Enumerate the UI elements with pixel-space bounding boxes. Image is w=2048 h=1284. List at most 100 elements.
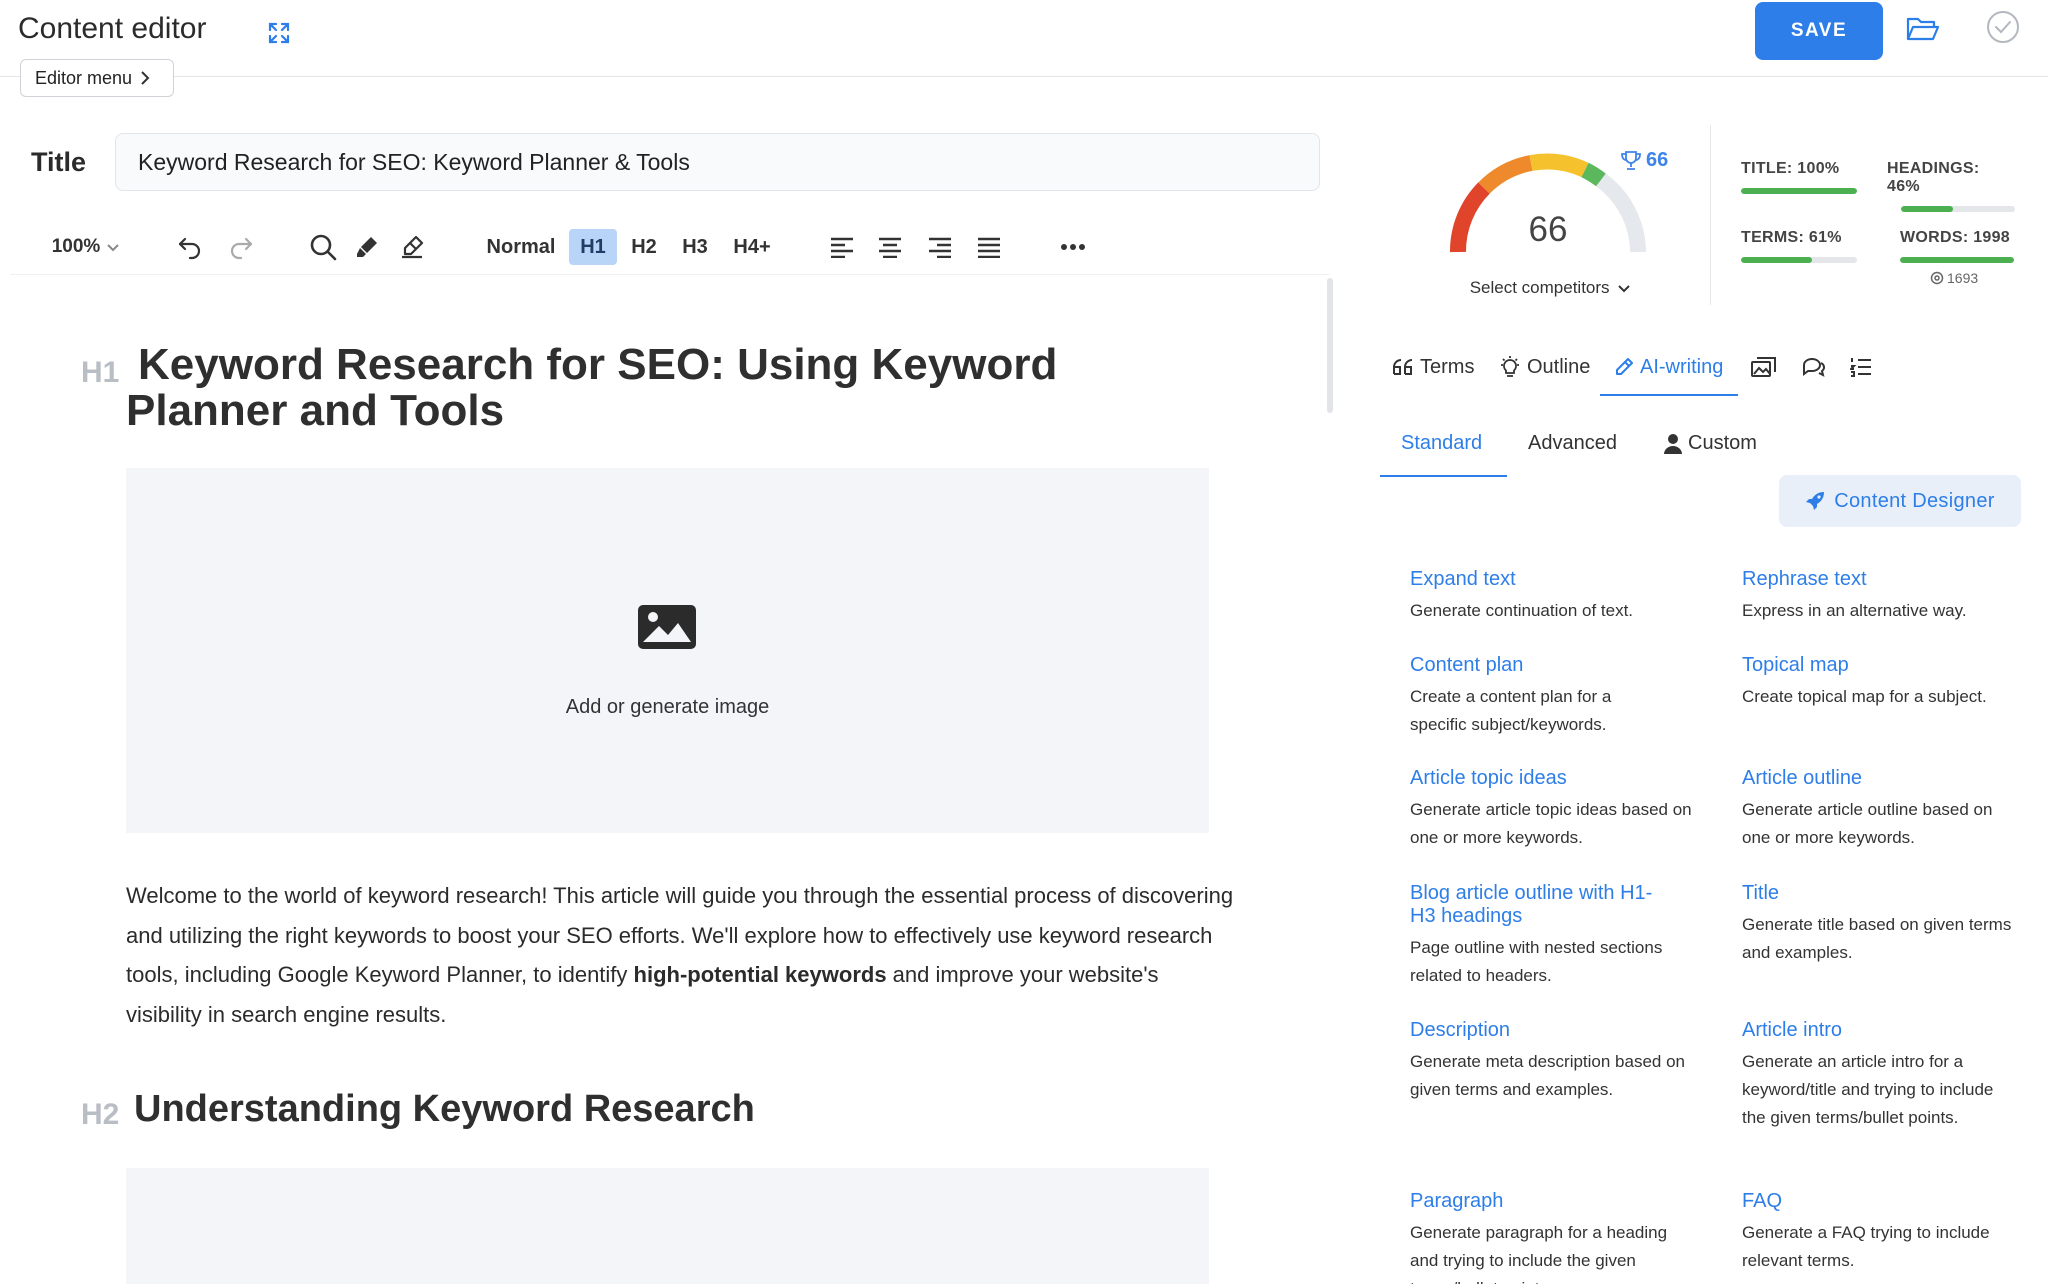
image-placeholder-2[interactable] bbox=[126, 1168, 1209, 1284]
template-article-outline[interactable]: Article outline Generate article outline… bbox=[1742, 767, 2022, 852]
metric-words: WORDS: 1998 bbox=[1900, 229, 2014, 263]
quote-icon bbox=[1393, 359, 1413, 375]
metric-title-bar bbox=[1741, 188, 1857, 194]
heading-h2[interactable]: H2 bbox=[622, 230, 666, 264]
template-title: Topical map bbox=[1742, 654, 1849, 676]
template-desc: Generate a FAQ trying to include relevan… bbox=[1742, 1223, 1990, 1270]
tab-comments[interactable] bbox=[1802, 352, 1826, 382]
template-desc: Generate paragraph for a heading and try… bbox=[1410, 1223, 1668, 1284]
chat-icon bbox=[1803, 358, 1825, 377]
folder-open-icon[interactable] bbox=[1906, 14, 1940, 44]
tab-terms[interactable]: Terms bbox=[1392, 352, 1474, 382]
subtab-custom[interactable]: Custom bbox=[1664, 432, 1757, 455]
tab-ai-writing[interactable]: AI-writing bbox=[1614, 352, 1723, 382]
article-paragraph[interactable]: Welcome to the world of keyword research… bbox=[126, 876, 1236, 1034]
template-article-topic-ideas[interactable]: Article topic ideas Generate article top… bbox=[1410, 767, 1700, 852]
h1-tag: H1 bbox=[81, 356, 120, 389]
align-right-icon[interactable] bbox=[924, 230, 956, 264]
rocket-icon bbox=[1806, 492, 1825, 510]
template-desc: Page outline with nested sections relate… bbox=[1410, 938, 1663, 985]
article-h2[interactable]: Understanding Keyword Research bbox=[134, 1088, 755, 1131]
lightbulb-icon bbox=[1501, 356, 1519, 377]
tab-images[interactable] bbox=[1751, 352, 1777, 382]
heading-h4plus[interactable]: H4+ bbox=[727, 230, 777, 264]
tab-ai-writing-label: AI-writing bbox=[1640, 355, 1724, 378]
content-score-value: 66 bbox=[1528, 210, 1568, 249]
save-button[interactable]: SAVE bbox=[1755, 2, 1883, 60]
template-desc: Create a content plan for a specific sub… bbox=[1410, 687, 1612, 734]
select-competitors-label: Select competitors bbox=[1469, 278, 1610, 297]
image-placeholder-caption: Add or generate image bbox=[565, 696, 770, 718]
competitor-words-value: 1693 bbox=[1947, 270, 1979, 286]
title-input[interactable] bbox=[115, 133, 1320, 191]
metric-terms: TERMS: 61% bbox=[1741, 229, 1857, 263]
template-expand-text[interactable]: Expand text Generate continuation of tex… bbox=[1410, 568, 1700, 625]
title-label: Title bbox=[31, 147, 87, 177]
metric-headings-label: HEADINGS: 46% bbox=[1887, 160, 1980, 195]
active-subtab-indicator bbox=[1380, 475, 1507, 477]
highlighter-icon[interactable] bbox=[351, 230, 383, 264]
tab-list[interactable] bbox=[1850, 352, 1872, 382]
search-icon[interactable] bbox=[307, 230, 339, 264]
template-desc: Create topical map for a subject. bbox=[1742, 687, 1987, 706]
heading-h3[interactable]: H3 bbox=[673, 230, 717, 264]
align-center-icon[interactable] bbox=[874, 230, 906, 264]
eraser-icon[interactable] bbox=[396, 230, 428, 264]
more-options-icon[interactable] bbox=[1057, 230, 1089, 264]
template-title: Description bbox=[1410, 1019, 1511, 1041]
tab-outline[interactable]: Outline bbox=[1499, 352, 1590, 382]
align-justify-icon[interactable] bbox=[973, 230, 1005, 264]
check-circle-icon[interactable] bbox=[1986, 10, 2020, 44]
redo-icon[interactable] bbox=[225, 230, 257, 264]
template-title: Paragraph bbox=[1410, 1190, 1504, 1212]
content-designer-label: Content Designer bbox=[1834, 489, 1995, 512]
template-title: FAQ bbox=[1742, 1190, 1783, 1212]
select-competitors-dropdown[interactable]: Select competitors bbox=[1455, 278, 1645, 298]
template-desc: Generate article outline based on one or… bbox=[1742, 800, 1993, 847]
template-content-plan[interactable]: Content plan Create a content plan for a… bbox=[1410, 654, 1670, 739]
undo-icon[interactable] bbox=[174, 230, 206, 264]
template-article-intro[interactable]: Article intro Generate an article intro … bbox=[1742, 1019, 2002, 1132]
metric-headings-fill bbox=[1901, 206, 1954, 212]
metric-title-fill bbox=[1741, 188, 1857, 194]
chevron-down-icon bbox=[1618, 284, 1630, 293]
template-rephrase-text[interactable]: Rephrase text Express in an alternative … bbox=[1742, 568, 2032, 625]
image-placeholder[interactable] bbox=[126, 468, 1209, 833]
content-designer-button[interactable]: Content Designer bbox=[1779, 475, 2021, 527]
subtab-standard[interactable]: Standard bbox=[1401, 432, 1482, 455]
active-tab-indicator bbox=[1600, 394, 1738, 396]
editor-menu-button[interactable]: Editor menu bbox=[20, 59, 174, 97]
h2-tag: H2 bbox=[81, 1098, 120, 1131]
editor-scrollbar[interactable] bbox=[1327, 278, 1333, 413]
subtab-advanced[interactable]: Advanced bbox=[1528, 432, 1617, 455]
tab-terms-label: Terms bbox=[1420, 355, 1475, 378]
zoom-select[interactable]: 100% bbox=[42, 230, 130, 264]
fullscreen-icon[interactable] bbox=[268, 22, 290, 44]
template-desc: Generate continuation of text. bbox=[1410, 601, 1634, 620]
template-title: Blog article outline with H1-H3 headings bbox=[1410, 882, 1653, 927]
metric-title-label: TITLE: 100% bbox=[1741, 160, 1840, 177]
template-title: Rephrase text bbox=[1742, 568, 1867, 590]
template-title: Article topic ideas bbox=[1410, 767, 1567, 789]
metric-headings-bar bbox=[1901, 206, 2015, 212]
heading-normal[interactable]: Normal bbox=[482, 230, 560, 264]
template-title[interactable]: Title Generate title based on given term… bbox=[1742, 882, 2012, 967]
metric-words-bar bbox=[1900, 257, 2014, 263]
competitor-words: 1693 bbox=[1930, 270, 1978, 286]
article-h1[interactable]: Keyword Research for SEO: Using Keyword … bbox=[126, 342, 1126, 434]
metric-terms-label: TERMS: 61% bbox=[1741, 229, 1842, 246]
metric-headings: HEADINGS: 46% bbox=[1887, 160, 2017, 212]
template-description[interactable]: Description Generate meta description ba… bbox=[1410, 1019, 1700, 1104]
app-title: Content editor bbox=[18, 12, 207, 45]
subtab-custom-label: Custom bbox=[1688, 432, 1757, 454]
align-left-icon[interactable] bbox=[826, 230, 858, 264]
template-blog-article-outline[interactable]: Blog article outline with H1-H3 headings… bbox=[1410, 882, 1670, 990]
template-desc: Generate meta description based on given… bbox=[1410, 1052, 1686, 1099]
target-icon bbox=[1930, 271, 1944, 285]
user-icon bbox=[1664, 433, 1682, 454]
template-topical-map[interactable]: Topical map Create topical map for a sub… bbox=[1742, 654, 2032, 711]
template-paragraph[interactable]: Paragraph Generate paragraph for a headi… bbox=[1410, 1190, 1700, 1284]
numbered-list-icon bbox=[1850, 358, 1871, 377]
heading-h1[interactable]: H1 bbox=[569, 229, 617, 265]
template-faq[interactable]: FAQ Generate a FAQ trying to include rel… bbox=[1742, 1190, 2022, 1284]
